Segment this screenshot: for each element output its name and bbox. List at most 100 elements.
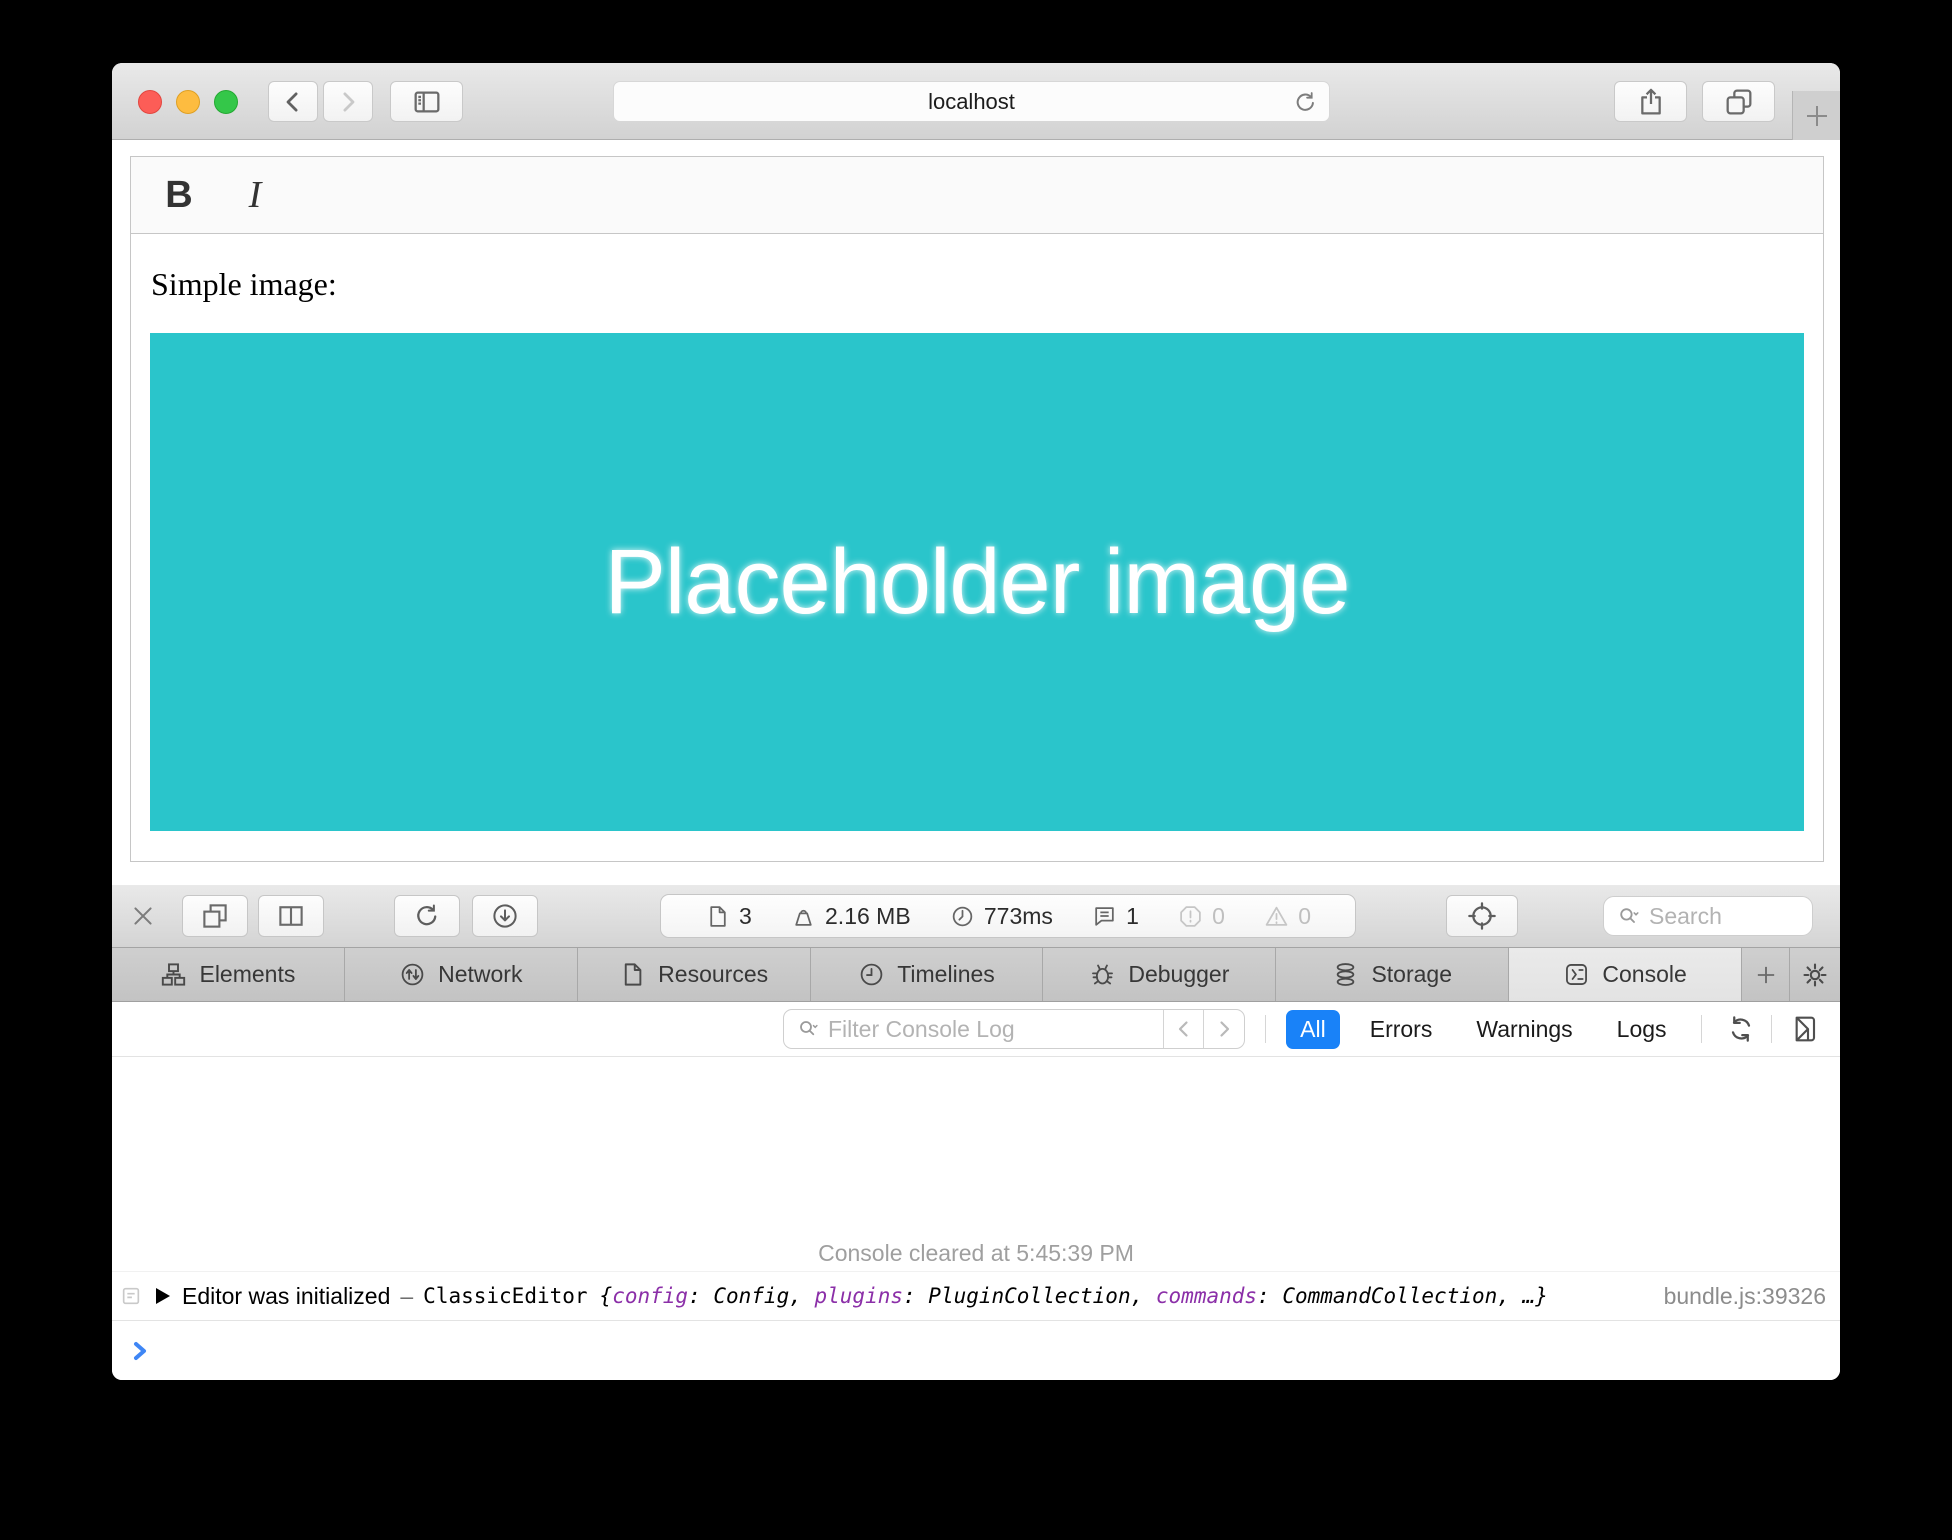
back-icon [278,87,308,117]
tab-storage[interactable]: Storage [1276,948,1509,1001]
network-icon [399,961,426,988]
console-panel: Console cleared at 5:45:39 PM Editor was… [112,1057,1840,1380]
console-icon [1563,961,1590,988]
tab-resources[interactable]: Resources [578,948,811,1001]
preview-part: : Config, [688,1284,814,1308]
close-window-button[interactable] [138,90,162,114]
tab-resources-label: Resources [658,961,768,988]
add-tab-button[interactable] [1742,948,1790,1001]
log-message: Editor was initialized [182,1283,390,1310]
stat-console-messages[interactable]: 1 [1092,903,1139,930]
sidebar-toggle-button[interactable] [390,81,463,122]
log-source-link[interactable]: bundle.js:39326 [1664,1283,1826,1310]
share-icon [1635,86,1667,118]
italic-button[interactable]: I [233,167,277,223]
new-tab-button[interactable] [1792,91,1840,140]
clock-icon [950,904,975,929]
preview-part: { [600,1284,613,1308]
download-button[interactable] [472,895,538,937]
scope-warnings[interactable]: Warnings [1462,1010,1586,1049]
error-icon [1178,904,1203,929]
bold-button[interactable]: B [157,167,201,223]
inspector-search-field[interactable] [1603,896,1813,936]
console-split-button[interactable] [1782,1009,1826,1049]
preserve-log-button[interactable] [1722,1009,1762,1049]
console-cleared-message: Console cleared at 5:45:39 PM [818,1240,1134,1267]
disclosure-triangle-icon[interactable] [156,1288,170,1304]
search-input[interactable] [1649,903,1779,930]
share-button[interactable] [1614,81,1687,122]
placeholder-image-label: Placeholder image [604,530,1349,635]
tab-elements[interactable]: Elements [112,948,345,1001]
next-result-button[interactable] [1203,1010,1244,1048]
web-page-content: B I Simple image: Placeholder image [112,140,1840,885]
log-object-preview[interactable]: {config: Config, plugins: PluginCollecti… [600,1284,1548,1308]
tab-elements-label: Elements [199,961,295,988]
tab-timelines[interactable]: Timelines [811,948,1044,1001]
console-cleared-row: Console cleared at 5:45:39 PM [112,1235,1840,1271]
inspector-settings-button[interactable] [1790,948,1840,1001]
refresh-arrows-icon [1726,1014,1756,1044]
prompt-chevron-icon [128,1339,152,1363]
stat-documents[interactable]: 3 [705,903,752,930]
sidebar-icon [411,86,443,118]
stat-transfer-size-value: 2.16 MB [825,903,911,930]
forward-icon [333,87,363,117]
log-separator: – [390,1283,423,1310]
minimize-window-button[interactable] [176,90,200,114]
split-view-icon [276,901,306,931]
stat-documents-value: 3 [739,903,752,930]
chevron-right-icon [1212,1017,1236,1041]
console-filter-unit [783,1009,1245,1049]
timelines-icon [858,961,885,988]
back-button[interactable] [268,81,318,122]
browser-titlebar [112,63,1840,140]
inspector-toolbar: 3 2.16 MB 773ms 1 0 0 [112,885,1840,948]
reload-button[interactable] [1292,89,1319,116]
preview-key: commands [1156,1284,1257,1308]
tab-console[interactable]: Console [1509,948,1742,1001]
plus-icon [1802,101,1832,131]
italic-button-label: I [249,173,262,217]
stat-warnings[interactable]: 0 [1264,903,1311,930]
tab-network[interactable]: Network [345,948,578,1001]
log-class-name: ClassicEditor [423,1284,587,1308]
tab-debugger[interactable]: Debugger [1043,948,1276,1001]
close-icon [130,903,156,929]
storage-icon [1332,961,1359,988]
stat-errors[interactable]: 0 [1178,903,1225,930]
zoom-window-button[interactable] [214,90,238,114]
stat-load-time[interactable]: 773ms [950,903,1053,930]
stat-transfer-size[interactable]: 2.16 MB [791,903,911,930]
crosshair-icon [1466,900,1498,932]
forward-button[interactable] [323,81,373,122]
scope-errors[interactable]: Errors [1356,1010,1447,1049]
address-input[interactable] [614,82,1329,121]
element-picker-button[interactable] [1446,895,1518,937]
scope-all[interactable]: All [1286,1010,1340,1049]
address-bar[interactable] [613,81,1330,122]
inspector-reload-button[interactable] [394,895,460,937]
preview-part: : PluginCollection, [903,1284,1156,1308]
divider [1771,1015,1772,1043]
close-inspector-button[interactable] [128,901,158,931]
chevron-left-icon [1172,1017,1196,1041]
bold-button-label: B [165,174,192,217]
console-filter-field[interactable] [784,1010,1163,1048]
editor-content-area[interactable]: Simple image: Placeholder image [131,234,1823,862]
previous-result-button[interactable] [1163,1010,1204,1048]
tab-overview-button[interactable] [1702,81,1775,122]
preview-key: plugins [815,1284,904,1308]
dock-side-button[interactable] [258,895,324,937]
dock-to-window-button[interactable] [182,895,248,937]
console-prompt-row[interactable] [112,1321,1840,1380]
scope-logs[interactable]: Logs [1603,1010,1681,1049]
console-split-icon [1788,1013,1820,1045]
placeholder-image[interactable]: Placeholder image [150,333,1804,831]
console-log-row[interactable]: Editor was initialized – ClassicEditor {… [112,1271,1840,1321]
search-icon [796,1017,820,1041]
resource-stats-bar: 3 2.16 MB 773ms 1 0 0 [660,894,1356,938]
resources-icon [619,961,646,988]
console-filter-input[interactable] [828,1016,1128,1043]
dock-window-icon [200,901,230,931]
